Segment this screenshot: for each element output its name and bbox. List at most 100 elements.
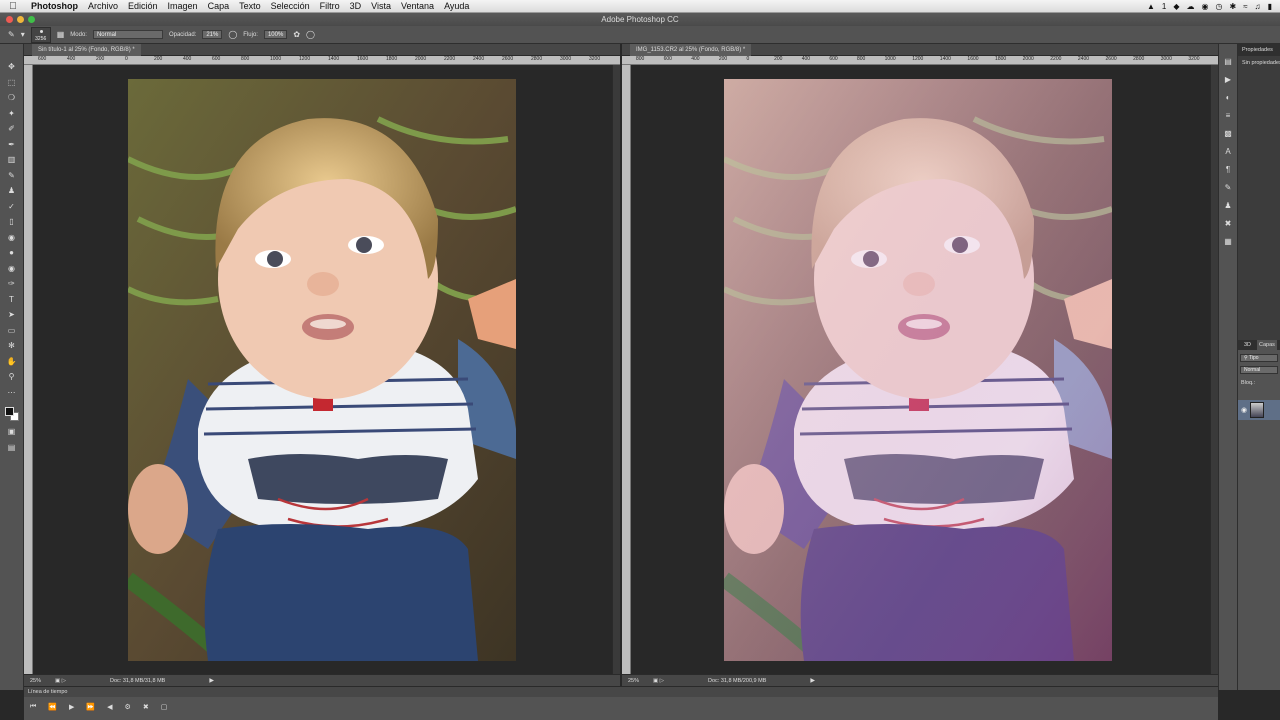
crop-tool-icon[interactable]: ✐ — [4, 122, 20, 136]
brush-presets-icon[interactable]: ✎ — [1221, 182, 1235, 194]
menu-edicion[interactable]: Edición — [123, 1, 163, 11]
brush-preset-picker[interactable]: 3256 — [30, 26, 51, 43]
adobe-cc-icon[interactable]: ▲ — [1147, 2, 1155, 11]
brush-tool-icon[interactable]: ✎ — [8, 30, 15, 39]
blend-mode-select[interactable]: Normal — [1240, 366, 1278, 374]
play-icon[interactable]: ▶ — [1221, 74, 1235, 86]
history-icon[interactable]: ▤ — [1221, 56, 1235, 68]
clock-icon[interactable]: ◷ — [1216, 2, 1223, 11]
paint-bucket-tool-icon[interactable]: ◉ — [4, 231, 20, 245]
sliders-icon[interactable]: ≡ — [1221, 110, 1235, 122]
battery-icon[interactable]: ▮ — [1268, 2, 1272, 11]
tab-img-1153[interactable]: IMG_1153.CR2 al 25% (Fondo, RGB/8) * — [630, 44, 752, 56]
tab-capas[interactable]: Capas — [1257, 340, 1277, 350]
canvas-area[interactable] — [33, 65, 620, 674]
quick-mask-icon[interactable]: ▣ — [4, 425, 20, 439]
close-window-button[interactable] — [6, 16, 13, 23]
brush-panel-icon[interactable]: ▦ — [57, 30, 65, 39]
status-menu-arrow-icon[interactable]: ▶ — [810, 677, 815, 684]
eraser-tool-icon[interactable]: ▯ — [4, 215, 20, 229]
vertical-scrollbar[interactable] — [1210, 65, 1218, 674]
menu-archivo[interactable]: Archivo — [83, 1, 123, 11]
styles-icon[interactable]: ▩ — [1221, 128, 1235, 140]
zoom-tool-icon[interactable]: ⚲ — [4, 370, 20, 384]
type-tool-icon[interactable]: T — [4, 293, 20, 307]
menu-texto[interactable]: Texto — [234, 1, 266, 11]
pressure-size-icon[interactable]: ◯ — [306, 30, 315, 39]
shape-tool-icon[interactable]: ▭ — [4, 324, 20, 338]
foreground-color[interactable] — [4, 407, 14, 416]
menu-imagen[interactable]: Imagen — [163, 1, 203, 11]
menu-photoshop[interactable]: Photoshop — [26, 1, 83, 11]
canvas-area[interactable] — [631, 65, 1218, 674]
play-icon[interactable]: ▶ — [69, 703, 74, 711]
eye-icon[interactable]: ◉ — [1202, 2, 1209, 11]
lasso-tool-icon[interactable]: ❍ — [4, 91, 20, 105]
notes-icon[interactable]: ▦ — [1221, 236, 1235, 248]
move-tool-icon[interactable]: ✥ — [4, 60, 20, 74]
properties-tab[interactable]: Propiedades — [1238, 44, 1280, 56]
minimize-window-button[interactable] — [17, 16, 24, 23]
paragraph-icon[interactable]: ¶ — [1221, 164, 1235, 176]
visibility-eye-icon[interactable]: ◉ — [1241, 406, 1247, 414]
status-icons-right[interactable]: ▣ ▷ — [653, 678, 664, 684]
zoom-level-left[interactable]: 25% — [30, 678, 41, 684]
volume-icon[interactable]: ♫ — [1255, 2, 1261, 11]
menu-3d[interactable]: 3D — [345, 1, 367, 11]
menu-seleccion[interactable]: Selección — [266, 1, 315, 11]
hand-tool-icon[interactable]: ✋ — [4, 355, 20, 369]
adjustments-icon[interactable]: ◐ — [1221, 92, 1235, 104]
more-tools-icon[interactable]: ⋯ — [4, 386, 20, 400]
opacity-field[interactable]: 21% — [202, 30, 223, 39]
transition-icon[interactable]: ▢ — [161, 703, 168, 711]
airbrush-icon[interactable]: ✿ — [293, 30, 300, 39]
bluetooth-icon[interactable]: ✱ — [1230, 2, 1237, 11]
mode-select[interactable]: Normal — [92, 30, 163, 39]
tools-presets-icon[interactable]: ✖ — [1221, 218, 1235, 230]
menu-tray: ▲ 1 ◆ ☁ ◉ ◷ ✱ ≈ ♫ ▮ — [1147, 2, 1280, 11]
vertical-scrollbar[interactable] — [612, 65, 620, 674]
screen-mode-icon[interactable]: ▤ — [4, 441, 20, 455]
status-menu-arrow-icon[interactable]: ▶ — [209, 677, 214, 684]
color-swatches[interactable] — [4, 405, 20, 423]
menu-filtro[interactable]: Filtro — [315, 1, 345, 11]
dropbox-icon[interactable]: ◆ — [1173, 2, 1179, 11]
menu-vista[interactable]: Vista — [366, 1, 396, 11]
previous-frame-icon[interactable]: ⏪ — [48, 703, 57, 711]
menu-capa[interactable]: Capa — [203, 1, 235, 11]
marquee-tool-icon[interactable]: ⬚ — [4, 76, 20, 90]
zoom-level-right[interactable]: 25% — [628, 678, 639, 684]
first-frame-icon[interactable]: ⏮ — [30, 703, 36, 711]
layer-kind-filter[interactable]: ⚲ Tipo — [1240, 354, 1278, 362]
chevron-down-icon[interactable]: ▾ — [21, 30, 25, 39]
flow-field[interactable]: 100% — [263, 30, 288, 39]
path-selection-tool-icon[interactable]: ➤ — [4, 308, 20, 322]
audio-icon[interactable]: ◀ — [107, 703, 112, 711]
cloud-icon[interactable]: ☁ — [1187, 2, 1195, 11]
3d-tool-icon[interactable]: ✻ — [4, 339, 20, 353]
pressure-opacity-icon[interactable]: ◯ — [228, 30, 237, 39]
healing-brush-tool-icon[interactable]: ▥ — [4, 153, 20, 167]
clone-source-icon[interactable]: ♟ — [1221, 200, 1235, 212]
zoom-window-button[interactable] — [28, 16, 35, 23]
history-brush-tool-icon[interactable]: ✓ — [4, 200, 20, 214]
clone-stamp-tool-icon[interactable]: ♟ — [4, 184, 20, 198]
split-icon[interactable]: ✖ — [143, 703, 149, 711]
eyedropper-tool-icon[interactable]: ✒ — [4, 138, 20, 152]
apple-menu-icon[interactable]:  — [0, 1, 26, 12]
next-frame-icon[interactable]: ⏩ — [86, 703, 95, 711]
tab-3d[interactable]: 3D — [1244, 340, 1251, 350]
quick-selection-tool-icon[interactable]: ✦ — [4, 107, 20, 121]
layer-row-fondo[interactable]: ◉ — [1238, 400, 1280, 420]
tab-sin-titulo[interactable]: Sin título-1 al 25% (Fondo, RGB/8) * — [32, 44, 141, 56]
character-icon[interactable]: A — [1221, 146, 1235, 158]
blur-tool-icon[interactable]: ● — [4, 246, 20, 260]
menu-ayuda[interactable]: Ayuda — [439, 1, 474, 11]
brush-tool-icon[interactable]: ✎ — [4, 169, 20, 183]
menu-ventana[interactable]: Ventana — [396, 1, 439, 11]
dodge-tool-icon[interactable]: ◉ — [4, 262, 20, 276]
settings-gear-icon[interactable]: ⚙ — [125, 703, 131, 711]
status-icons-left[interactable]: ▣ ▷ — [55, 678, 66, 684]
wifi-icon[interactable]: ≈ — [1243, 2, 1247, 11]
pen-tool-icon[interactable]: ✑ — [4, 277, 20, 291]
